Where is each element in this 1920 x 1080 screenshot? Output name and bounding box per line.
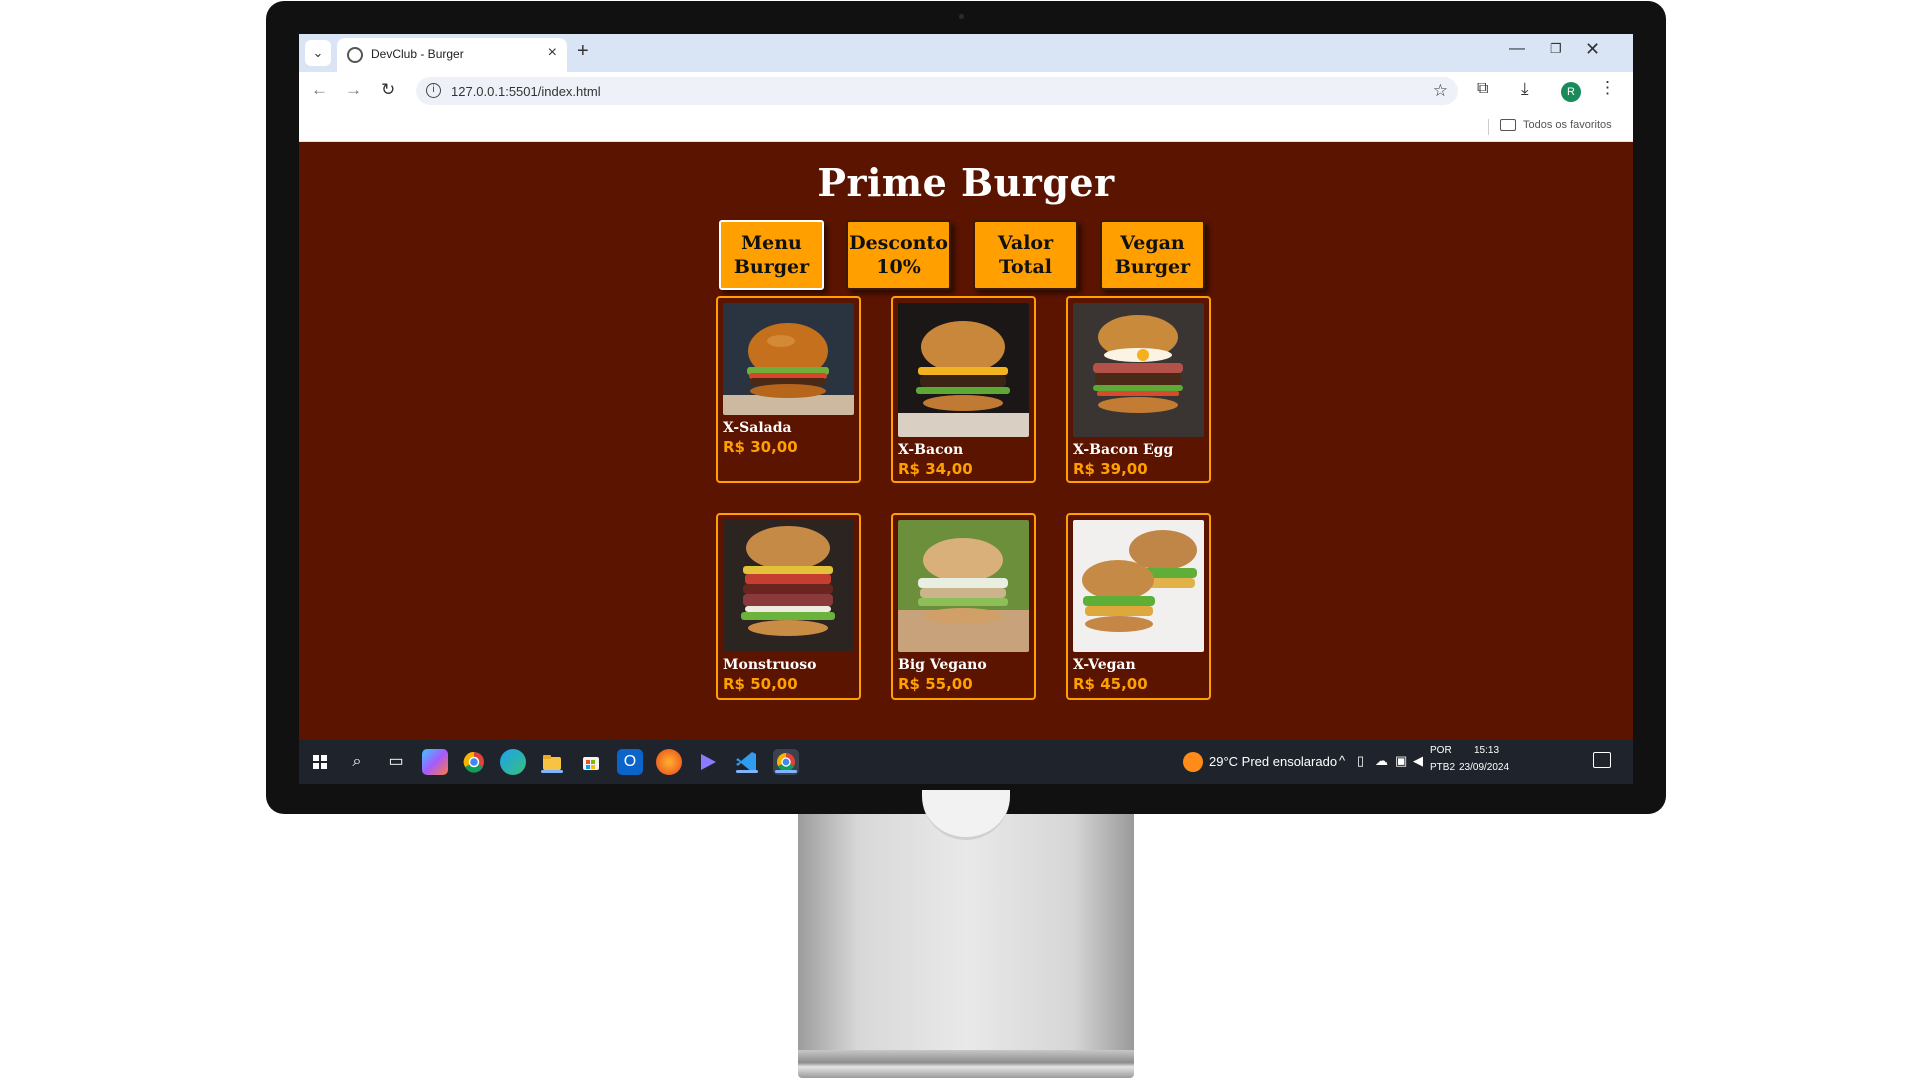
firefox-icon[interactable]	[656, 749, 682, 775]
close-icon[interactable]: ×	[548, 44, 557, 62]
product-card: X-Bacon R$ 34,00	[891, 296, 1036, 483]
more-menu-icon[interactable]: ⋮	[1599, 78, 1616, 98]
screen: ⌄ DevClub - Burger × + — ❐ ✕ ← → ↻ i 127…	[299, 34, 1633, 784]
vscode-icon[interactable]	[734, 749, 760, 775]
button-label-line1: Menu	[741, 232, 802, 254]
button-label-line2: 10%	[876, 256, 921, 278]
total-value-button[interactable]: Valor Total	[973, 220, 1078, 290]
cloud-icon[interactable]: ☁	[1375, 753, 1388, 769]
button-label-line1: Desconto	[849, 232, 948, 254]
edge-icon[interactable]	[500, 749, 526, 775]
page-title: Prime Burger	[817, 160, 1115, 205]
avatar[interactable]: R	[1561, 82, 1581, 102]
clock-time[interactable]: 15:13	[1474, 745, 1499, 756]
monitor-stand	[798, 814, 1134, 1050]
all-bookmarks-link[interactable]: Todos os favoritos	[1523, 119, 1612, 131]
product-price: R$ 39,00	[1073, 460, 1148, 478]
button-label-line1: Vegan	[1120, 232, 1185, 254]
menu-burger-button[interactable]: Menu Burger	[719, 220, 824, 290]
taskbar: ⌕ ▭ O 29°C Pred ensolarado ^ ▯ ☁ ▣ ◀ POR…	[299, 740, 1633, 784]
network-icon[interactable]: ▣	[1395, 753, 1407, 769]
burger-photo	[723, 303, 854, 415]
tab-title: DevClub - Burger	[371, 47, 464, 61]
burger-photo	[1073, 303, 1204, 437]
bookmarks-bar: Todos os favoritos	[299, 110, 1633, 142]
new-tab-button[interactable]: +	[577, 40, 589, 63]
discount-button[interactable]: Desconto 10%	[846, 220, 951, 290]
page-content: Prime Burger Menu Burger Desconto 10% Va…	[299, 142, 1633, 740]
window-close-button[interactable]: ✕	[1585, 39, 1600, 60]
button-label-line2: Burger	[1114, 256, 1191, 278]
copilot-icon[interactable]	[422, 749, 448, 775]
language-indicator[interactable]: POR	[1430, 745, 1452, 756]
folder-icon[interactable]	[1500, 119, 1516, 131]
windows-start-icon[interactable]	[307, 749, 333, 775]
product-price: R$ 55,00	[898, 675, 973, 693]
file-explorer-icon[interactable]	[539, 749, 565, 775]
product-card: Big Vegano R$ 55,00	[891, 513, 1036, 700]
product-name: X-Bacon Egg	[1073, 442, 1174, 458]
browser-toolbar: ← → ↻ i 127.0.0.1:5501/index.html ☆ ⧉ ⤓ …	[299, 72, 1633, 110]
active-indicator	[736, 770, 758, 773]
product-card: Monstruoso R$ 50,00	[716, 513, 861, 700]
clock-date[interactable]: 23/09/2024	[1459, 762, 1509, 773]
star-icon[interactable]: ☆	[1433, 81, 1448, 101]
outlook-icon[interactable]: O	[617, 749, 643, 775]
tab-search-button[interactable]: ⌄	[305, 40, 331, 66]
active-indicator	[775, 770, 797, 773]
burger-photo	[723, 520, 854, 652]
globe-icon	[347, 47, 363, 63]
button-label-line2: Burger	[733, 256, 810, 278]
button-label-line1: Valor	[997, 232, 1054, 254]
weather-text[interactable]: 29°C Pred ensolarado	[1209, 754, 1337, 769]
product-price: R$ 50,00	[723, 675, 798, 693]
keyboard-layout[interactable]: PTB2	[1430, 762, 1455, 773]
info-icon[interactable]: i	[426, 83, 441, 98]
monitor-frame: ⌄ DevClub - Burger × + — ❐ ✕ ← → ↻ i 127…	[266, 1, 1666, 814]
camera-dot	[959, 14, 964, 19]
vegan-burger-button[interactable]: Vegan Burger	[1100, 220, 1205, 290]
active-indicator	[541, 770, 563, 773]
burger-photo	[898, 303, 1029, 437]
product-price: R$ 34,00	[898, 460, 973, 478]
product-name: Big Vegano	[898, 657, 987, 673]
tab-active[interactable]: DevClub - Burger ×	[337, 38, 567, 72]
stand-base	[798, 1050, 1134, 1078]
tab-strip: ⌄ DevClub - Burger × + — ❐ ✕	[299, 34, 1633, 72]
product-name: X-Vegan	[1073, 657, 1136, 673]
product-card: X-Vegan R$ 45,00	[1066, 513, 1211, 700]
product-name: Monstruoso	[723, 657, 817, 673]
restore-button[interactable]: ❐	[1550, 41, 1562, 57]
divider	[1488, 119, 1489, 135]
chrome-profile-icon[interactable]	[773, 749, 799, 775]
download-icon[interactable]: ⤓	[1521, 79, 1529, 99]
product-name: X-Bacon	[898, 442, 964, 458]
product-card: X-Salada R$ 30,00	[716, 296, 861, 483]
url-text[interactable]: 127.0.0.1:5501/index.html	[451, 84, 601, 99]
chevron-up-icon[interactable]: ^	[1339, 753, 1345, 768]
store-icon[interactable]	[578, 749, 604, 775]
volume-icon[interactable]: ◀	[1413, 753, 1423, 769]
address-bar[interactable]: i 127.0.0.1:5501/index.html ☆	[416, 77, 1458, 105]
device-icon[interactable]: ▯	[1357, 753, 1364, 769]
product-name: X-Salada	[723, 420, 792, 436]
reload-button[interactable]: ↻	[381, 80, 395, 100]
weather-icon[interactable]	[1183, 752, 1203, 772]
minimize-button[interactable]: —	[1509, 40, 1525, 58]
media-app-icon[interactable]	[695, 749, 721, 775]
task-view-icon[interactable]: ▭	[383, 749, 409, 775]
product-card: X-Bacon Egg R$ 39,00	[1066, 296, 1211, 483]
search-icon[interactable]: ⌕	[344, 749, 370, 775]
button-label-line2: Total	[999, 256, 1052, 278]
notification-icon[interactable]	[1593, 752, 1611, 768]
chrome-icon[interactable]	[461, 749, 487, 775]
extensions-icon[interactable]: ⧉	[1477, 80, 1488, 98]
back-button[interactable]: ←	[311, 80, 328, 100]
forward-button[interactable]: →	[345, 80, 362, 100]
product-price: R$ 45,00	[1073, 675, 1148, 693]
product-price: R$ 30,00	[723, 438, 798, 456]
burger-photo	[898, 520, 1029, 652]
burger-photo	[1073, 520, 1204, 652]
